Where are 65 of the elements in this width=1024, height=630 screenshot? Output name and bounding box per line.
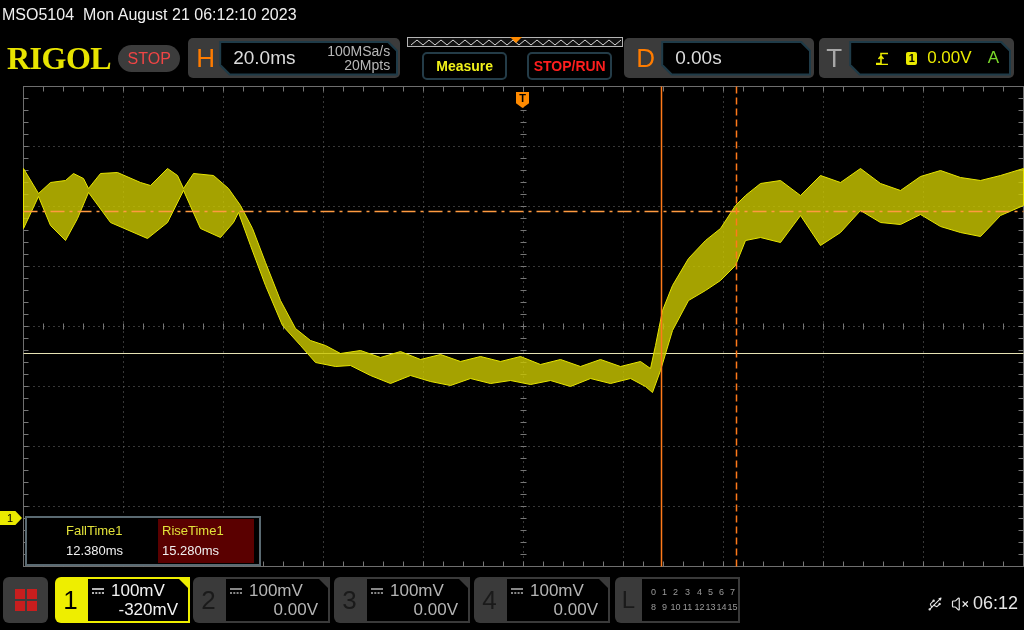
dc-coupling-icon — [371, 587, 383, 594]
channel-number: 1 — [62, 583, 79, 617]
measurement-value: 12.380ms — [66, 542, 125, 560]
panel-letter: T — [826, 43, 844, 73]
timebase-value: 20.0ms — [233, 45, 296, 70]
logic-channel-number: 4 — [696, 587, 703, 598]
date-time: Mon August 21 06:12:10 2023 — [83, 5, 297, 25]
logic-channel-number: 6 — [718, 587, 725, 598]
usb-icon — [926, 595, 943, 612]
channel-offset: 0.00V — [273, 600, 318, 619]
logic-channel-number: 8 — [650, 602, 657, 613]
rising-edge-icon — [876, 51, 889, 65]
channel-panel[interactable]: 1 100mV -320mV — [55, 577, 190, 623]
sweep-mode: A — [987, 47, 1000, 70]
position-marker-icon — [510, 37, 523, 43]
logic-channel-number: 0 — [650, 587, 657, 598]
logic-channel-number: 13 — [705, 602, 716, 613]
logic-channel-number: 9 — [661, 602, 668, 613]
channel-offset: -320mV — [118, 600, 178, 619]
trigger-source: 1 — [906, 51, 918, 65]
channel-offset: 0.00V — [413, 600, 458, 619]
run-status-badge: STOP — [118, 45, 181, 72]
logic-channel-number: 2 — [672, 587, 679, 598]
model-name: MSO5104 — [2, 5, 75, 25]
trigger-panel[interactable]: T 1 0.00V A — [819, 38, 1015, 78]
logic-channel-number: 15 — [727, 602, 738, 613]
stop-run-button[interactable]: STOP/RUN — [527, 52, 613, 80]
dc-coupling-icon — [92, 587, 104, 594]
dc-coupling-icon — [230, 587, 242, 594]
sample-rate: 100MSa/s — [327, 44, 391, 58]
channel-marker[interactable]: 1 — [0, 511, 22, 525]
trigger-level: 0.00V — [927, 47, 972, 70]
logic-channel-number: 7 — [729, 587, 736, 598]
logic-channel-number: 1 — [661, 587, 668, 598]
clock-time: 06:12 — [972, 592, 1018, 615]
horizontal-panel[interactable]: H 20.0ms 100MSa/s 20Mpts — [188, 38, 401, 78]
measurement-label: FallTime1 — [66, 522, 124, 540]
delay-panel[interactable]: D 0.00s — [624, 38, 815, 78]
logic-channel-number: 3 — [684, 587, 691, 598]
panel-letter: D — [636, 43, 656, 73]
channel-scale: 100mV — [111, 581, 165, 600]
memory-depth: 20Mpts — [344, 58, 391, 72]
panel-letter: H — [196, 43, 216, 73]
brand-logo: RIGOL — [7, 42, 112, 74]
timeline-bar[interactable] — [407, 37, 624, 47]
delay-value: 0.00s — [675, 45, 722, 70]
cursor-line[interactable] — [735, 86, 738, 568]
logic-channel-number: 5 — [707, 587, 714, 598]
measure-button[interactable]: Measure — [422, 52, 508, 80]
logic-channel-number: 10 — [670, 602, 681, 613]
logic-channel-number: 12 — [694, 602, 705, 613]
channel-offset: 0.00V — [553, 600, 598, 619]
cursor-line[interactable] — [660, 86, 663, 568]
measurement-item[interactable]: RiseTime1 15.280ms — [158, 519, 254, 563]
measurement-value: 15.280ms — [162, 542, 221, 560]
measurement-label: RiseTime1 — [162, 522, 225, 540]
channel-scale: 100mV — [530, 581, 584, 600]
dc-coupling-icon — [511, 587, 523, 594]
logic-channel-number: 11 — [681, 602, 694, 613]
speaker-muted-icon — [950, 594, 969, 613]
menu-button[interactable] — [3, 577, 48, 623]
channel-scale: 100mV — [249, 581, 303, 600]
logic-channel-number: 14 — [716, 602, 727, 613]
grid-menu-icon — [14, 589, 37, 611]
channel-scale: 100mV — [390, 581, 444, 600]
